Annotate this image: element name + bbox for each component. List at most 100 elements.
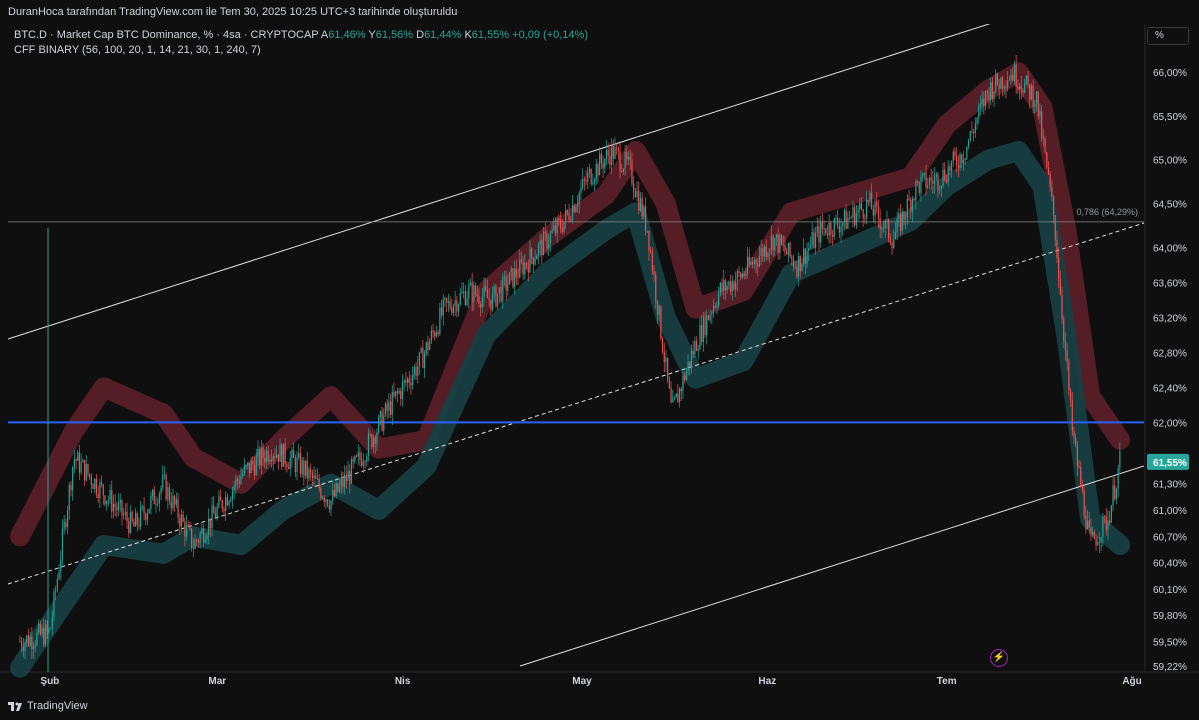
- price-tick-label: 62,40%: [1153, 383, 1187, 394]
- candle-body: [862, 209, 864, 218]
- tradingview-brand[interactable]: TradingView: [8, 700, 88, 712]
- candle-body: [631, 159, 633, 184]
- candle-body: [148, 508, 150, 514]
- candle-body: [821, 221, 823, 229]
- candle-body: [740, 273, 742, 278]
- candle-body: [775, 234, 778, 239]
- time-tick-label: Ağu: [1122, 676, 1141, 687]
- candle-body: [809, 245, 812, 249]
- price-tick-label: 60,70%: [1153, 532, 1187, 543]
- candle-body: [784, 244, 786, 252]
- candle-body: [588, 169, 591, 173]
- candle-body: [641, 198, 643, 217]
- candle-body: [860, 203, 863, 210]
- candle-body: [277, 454, 279, 462]
- candle-body: [913, 198, 915, 201]
- percent-scale-button[interactable]: %: [1147, 27, 1189, 45]
- candle-body: [162, 475, 164, 488]
- candle-body: [372, 437, 375, 448]
- candle-body: [267, 450, 269, 462]
- price-tick-label: 60,40%: [1153, 559, 1187, 570]
- candle-body: [1024, 83, 1026, 93]
- candle-body: [1102, 515, 1104, 538]
- candle-body: [726, 285, 728, 291]
- candle-body: [762, 247, 764, 257]
- candle-body: [240, 476, 242, 484]
- price-tick-label: 62,80%: [1153, 348, 1187, 359]
- candle-body: [89, 474, 91, 477]
- candle-body: [774, 238, 776, 251]
- candle-body: [882, 227, 885, 229]
- candle-body: [253, 464, 256, 476]
- low-label: D: [416, 29, 425, 41]
- candle-body: [952, 151, 954, 162]
- candle-body: [534, 259, 536, 265]
- candle-body: [49, 628, 52, 630]
- candle-body: [570, 219, 572, 221]
- candle-body: [32, 646, 35, 649]
- candle-body: [687, 361, 689, 371]
- candle-body: [389, 401, 392, 415]
- price-tick-label: 60,10%: [1153, 585, 1187, 596]
- candle-body: [1005, 87, 1007, 89]
- candle-body: [452, 305, 455, 314]
- candle-body: [1097, 541, 1099, 546]
- candle-body: [1035, 91, 1038, 104]
- candle-body: [1010, 74, 1012, 80]
- candle-body: [236, 478, 239, 482]
- candle-body: [893, 239, 895, 248]
- candle-body: [1109, 520, 1111, 523]
- candle-body: [865, 199, 868, 219]
- candle-body: [155, 503, 157, 505]
- candle-body: [335, 483, 337, 496]
- candle-body: [755, 260, 757, 265]
- candle-body: [434, 332, 436, 337]
- candle-body: [510, 268, 512, 273]
- candle-body: [388, 401, 390, 411]
- candle-body: [939, 188, 941, 190]
- candle-body: [746, 256, 749, 274]
- candle-body: [384, 403, 387, 416]
- indicator-row[interactable]: CFF BINARY (56, 100, 20, 1, 14, 21, 30, …: [14, 43, 588, 58]
- candle-body: [986, 90, 988, 93]
- candle-body: [1051, 187, 1053, 197]
- lightning-icon[interactable]: ⚡: [990, 649, 1008, 667]
- candle-body: [393, 392, 395, 396]
- candle-body: [964, 158, 966, 161]
- time-tick-label: Nis: [395, 676, 411, 687]
- candle-body: [760, 247, 762, 256]
- price-chart[interactable]: 0,786 (64,29%) 66,00% 65,50% 65,00% 64,50% 64…: [0, 24, 1199, 694]
- candle-body: [107, 499, 109, 501]
- candle-body: [398, 390, 400, 394]
- symbol-row: BTC.D · Market Cap BTC Dominance, % · 4s…: [14, 28, 588, 43]
- candle-body: [463, 291, 465, 293]
- candle-body: [520, 259, 523, 262]
- candle-body: [697, 349, 699, 351]
- candle-body: [928, 177, 931, 185]
- open-value: 61,46%: [328, 29, 366, 41]
- candle-body: [750, 262, 752, 265]
- candle-body: [1022, 90, 1024, 93]
- candle-body: [1110, 505, 1112, 523]
- candle-body: [209, 518, 211, 529]
- candle-body: [874, 201, 876, 216]
- candle-body: [561, 228, 563, 232]
- candle-body: [167, 487, 169, 500]
- symbol-title[interactable]: BTC.D · Market Cap BTC Dominance, % · 4s…: [14, 29, 318, 41]
- candle-body: [400, 390, 402, 399]
- time-tick-label: Şub: [40, 676, 59, 687]
- candle-body: [310, 469, 312, 473]
- candle-body: [925, 172, 927, 188]
- candle-body: [230, 499, 232, 502]
- candle-body: [391, 392, 393, 415]
- candle-body: [378, 416, 380, 433]
- candle-body: [1059, 279, 1061, 295]
- candle-body: [731, 281, 733, 292]
- candle-body: [247, 462, 249, 466]
- candle-body: [1049, 173, 1051, 188]
- candle-body: [1025, 75, 1027, 84]
- candle-body: [386, 403, 388, 411]
- candle-body: [780, 235, 783, 245]
- candle-body: [616, 147, 618, 149]
- candle-body: [1034, 103, 1036, 107]
